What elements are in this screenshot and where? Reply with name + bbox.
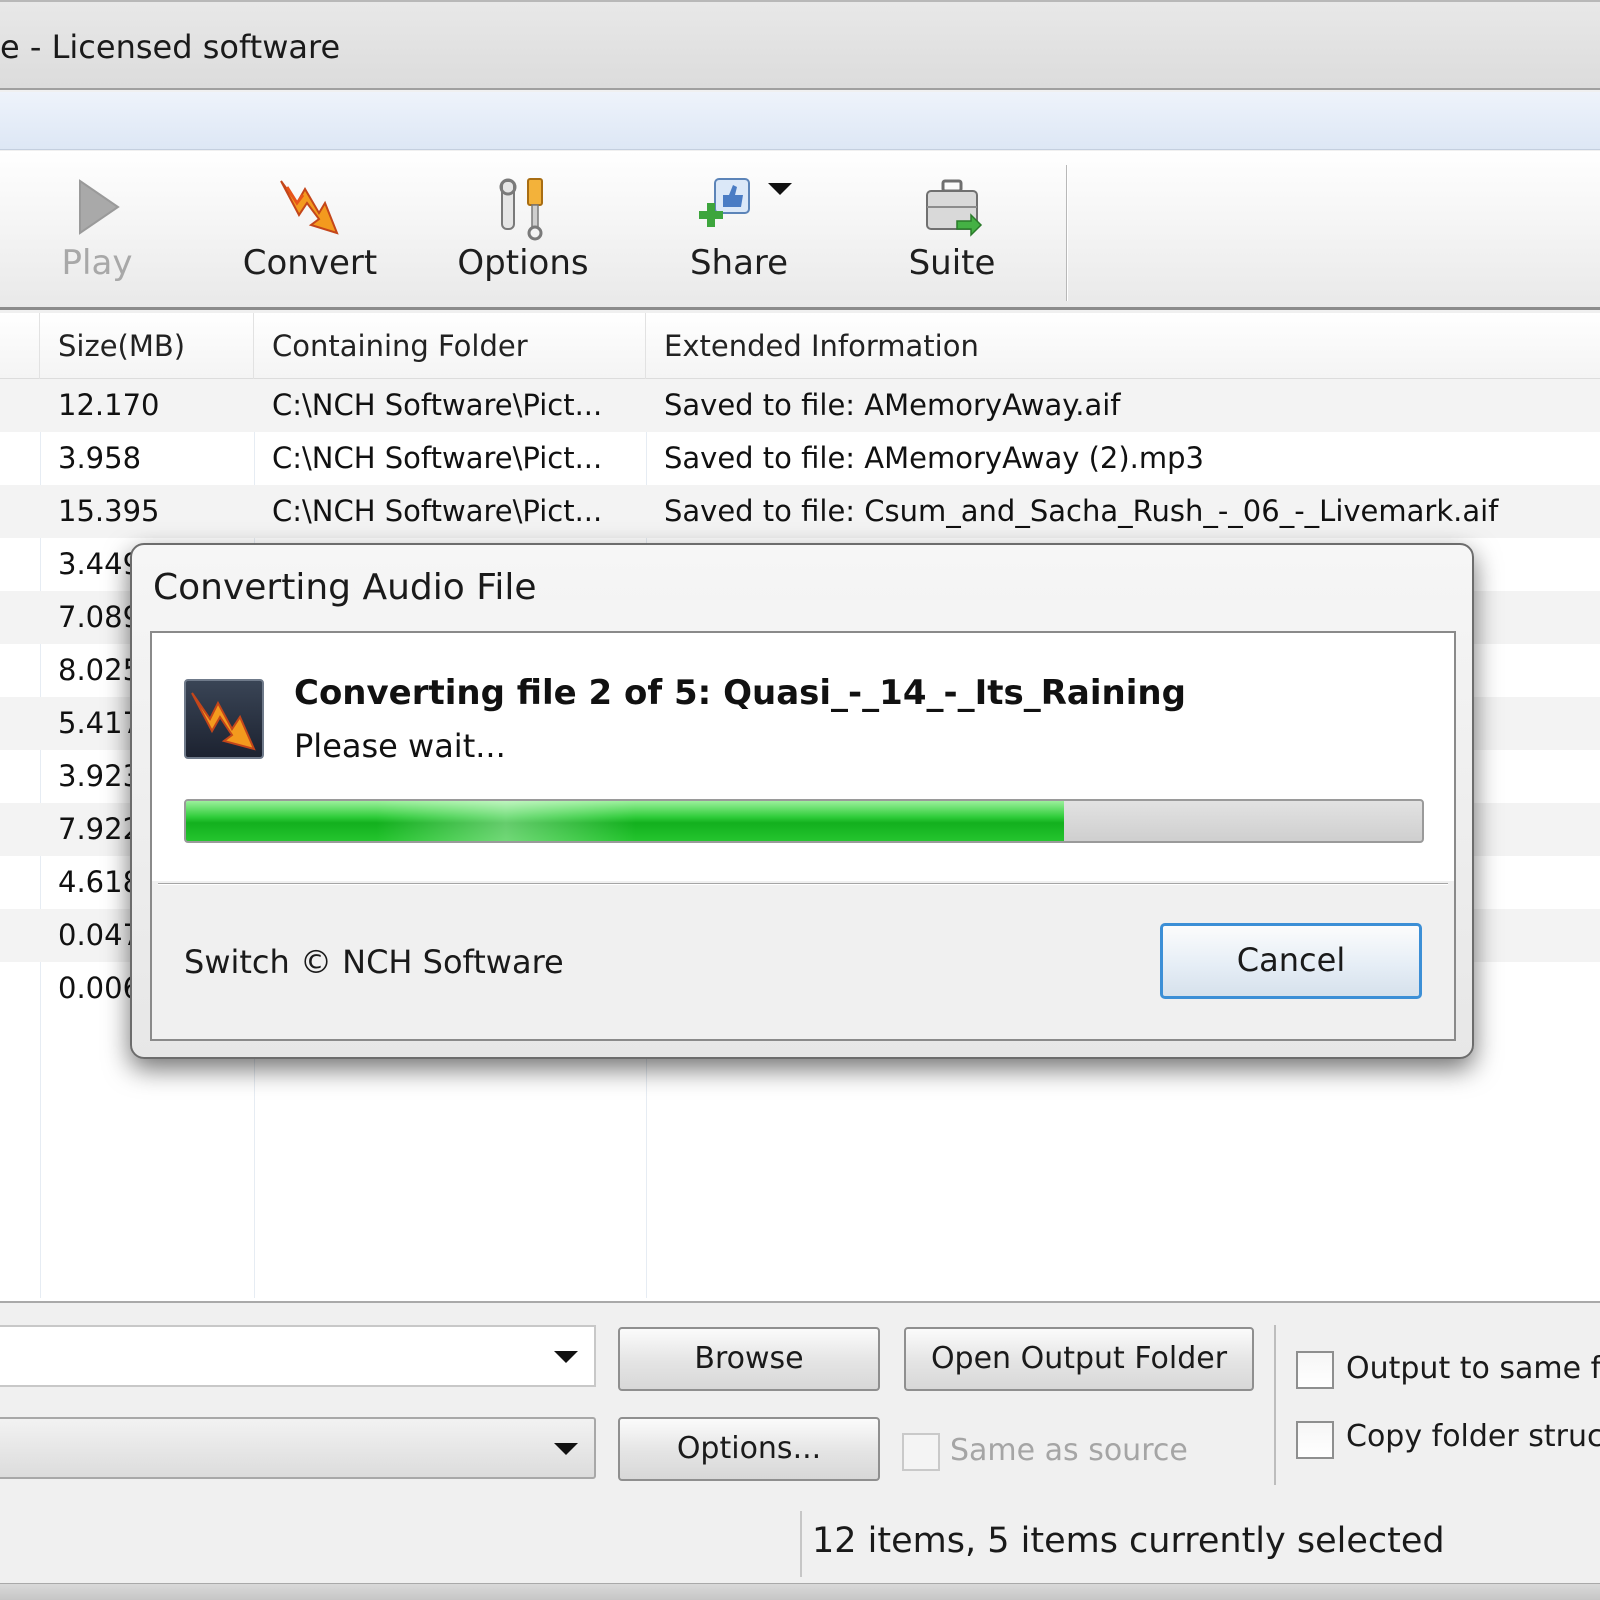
column-header-hidden[interactable]: [0, 313, 40, 379]
converting-dialog: Converting Audio File Converting file 2 …: [130, 543, 1474, 1059]
conversion-progress-bar: [184, 799, 1424, 843]
play-label: Play: [61, 243, 133, 283]
same-as-source-checkbox[interactable]: [902, 1433, 940, 1471]
dialog-copyright: Switch © NCH Software: [184, 943, 564, 981]
dialog-content: Converting file 2 of 5: Quasi_-_14_-_Its…: [152, 633, 1454, 881]
open-output-folder-button[interactable]: Open Output Folder: [904, 1327, 1254, 1391]
output-same-folder-label: Output to same fo: [1346, 1351, 1600, 1386]
cell-info: Saved to file: Csum_and_Sacha_Rush_-_06_…: [664, 494, 1499, 528]
output-format-combo[interactable]: [0, 1417, 596, 1479]
table-row[interactable]: 12.170 C:\NCH Software\Pict... Saved to fi…: [0, 379, 1600, 432]
dialog-divider: [158, 883, 1448, 885]
table-row[interactable]: 15.395 C:\NCH Software\Pict... Saved to fi…: [0, 485, 1600, 538]
tools-icon: [499, 178, 543, 241]
share-icon: [698, 178, 750, 227]
cell-size: 15.395: [58, 494, 160, 528]
copy-folder-structure-label: Copy folder struct: [1346, 1419, 1600, 1454]
output-folder-combo[interactable]: [0, 1325, 596, 1387]
switch-app-icon: [184, 679, 264, 759]
cell-size: 12.170: [58, 388, 160, 422]
chevron-down-icon: [554, 1443, 578, 1455]
table-row[interactable]: 3.958 C:\NCH Software\Pict... Saved to fil…: [0, 432, 1600, 485]
convert-button[interactable]: Convert: [230, 173, 390, 293]
suite-label: Suite: [908, 243, 996, 283]
column-header-info[interactable]: Extended Information: [646, 313, 1600, 379]
format-options-button[interactable]: Options...: [618, 1417, 880, 1481]
dialog-body: Converting file 2 of 5: Quasi_-_14_-_Its…: [150, 631, 1456, 1041]
cell-info: Saved to file: AMemoryAway (2).mp3: [664, 441, 1205, 475]
column-header-folder[interactable]: Containing Folder: [254, 313, 646, 379]
chevron-down-icon: [554, 1351, 578, 1363]
share-button[interactable]: Share: [672, 173, 806, 293]
convert-icon: [280, 180, 339, 235]
progress-sheen: [376, 801, 636, 841]
play-icon: [79, 179, 120, 235]
dialog-title: Converting Audio File: [153, 567, 537, 608]
suite-button[interactable]: Suite: [886, 173, 1018, 293]
same-as-source-label: Same as source: [950, 1433, 1188, 1468]
status-separator: [800, 1511, 802, 1577]
suite-briefcase-icon: [926, 179, 983, 237]
cancel-button[interactable]: Cancel: [1160, 923, 1422, 999]
panel-separator: [1274, 1325, 1276, 1485]
menu-bar: [0, 92, 1600, 150]
toolbar-separator: [1066, 165, 1068, 301]
output-same-folder-checkbox[interactable]: [1296, 1351, 1334, 1389]
output-panel: Browse Open Output Folder Options... Sam…: [0, 1301, 1600, 1503]
cell-folder: C:\NCH Software\Pict...: [272, 388, 603, 422]
convert-label: Convert: [242, 243, 378, 283]
play-button[interactable]: Play: [40, 173, 154, 293]
status-bar: 12 items, 5 items currently selected: [0, 1503, 1600, 1583]
dialog-heading: Converting file 2 of 5: Quasi_-_14_-_Its…: [294, 673, 1186, 713]
cell-info: Saved to file: AMemoryAway.aif: [664, 388, 1121, 422]
status-text: 12 items, 5 items currently selected: [812, 1521, 1445, 1561]
cell-size: 3.958: [58, 441, 142, 475]
window-bottom-edge: [0, 1583, 1600, 1600]
cell-folder: C:\NCH Software\Pict...: [272, 494, 603, 528]
options-button[interactable]: Options: [448, 173, 598, 293]
list-header: Size(MB) Containing Folder Extended Info…: [0, 313, 1600, 379]
title-bar: e - Licensed software: [0, 0, 1600, 90]
options-label: Options: [457, 243, 589, 283]
toolbar: Play Convert Options Share Suite: [0, 151, 1600, 310]
share-label: Share: [689, 243, 789, 283]
copy-folder-structure-checkbox[interactable]: [1296, 1421, 1334, 1459]
window-title: e - Licensed software: [0, 28, 341, 66]
column-header-size[interactable]: Size(MB): [40, 313, 254, 379]
dialog-message: Please wait...: [294, 727, 506, 765]
share-dropdown-arrow-icon[interactable]: [768, 183, 792, 197]
cell-folder: C:\NCH Software\Pict...: [272, 441, 603, 475]
browse-button[interactable]: Browse: [618, 1327, 880, 1391]
